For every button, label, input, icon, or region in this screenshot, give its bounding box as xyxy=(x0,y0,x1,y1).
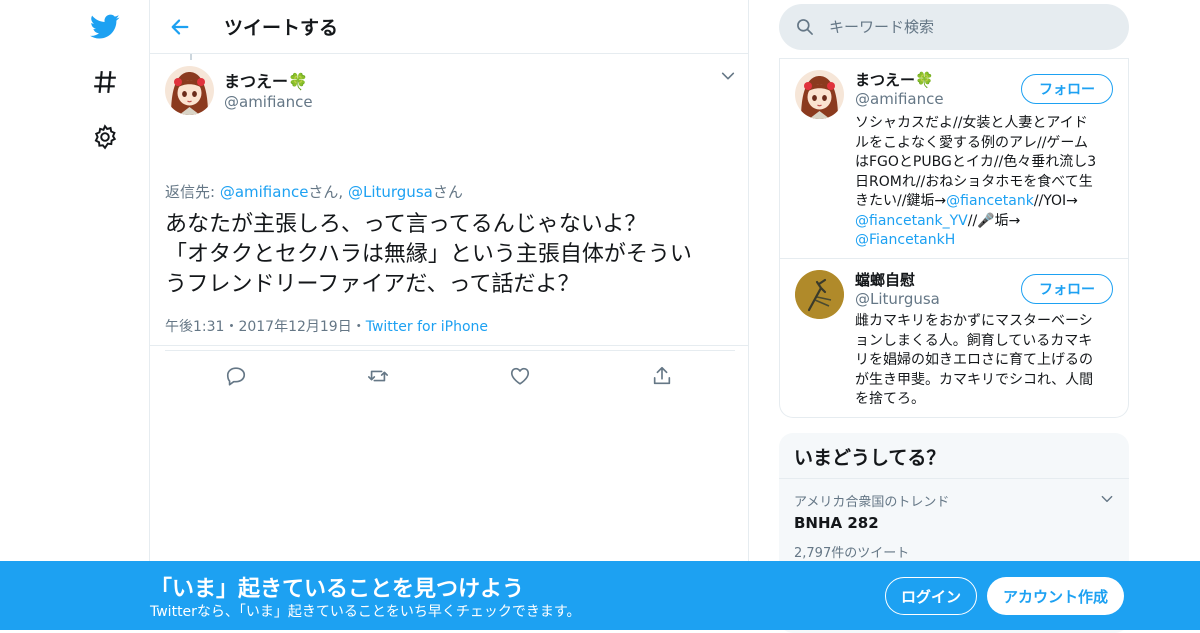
user-bio: ソシャカスだよ//女装と人妻とアイド ルをこよなく愛する例のアレ//ゲーム はF… xyxy=(855,114,1115,251)
banner-title: 「いま」起きていることを見つけよう xyxy=(150,577,525,602)
user-handle[interactable]: @amifiance xyxy=(855,90,944,108)
header: ツイートする xyxy=(150,0,748,54)
left-nav xyxy=(0,0,150,630)
tweet-actions xyxy=(165,350,735,400)
bio-line: @fiancetank_YV//🎤垢→ xyxy=(855,212,1115,232)
tweet-source[interactable]: Twitter for iPhone xyxy=(366,319,488,335)
bio-link[interactable]: @FiancetankH xyxy=(855,232,955,248)
reply-user-link[interactable]: @Liturgusa xyxy=(348,183,433,201)
trends-title: いまどうしてる？ xyxy=(779,433,1129,479)
twitter-bird-icon[interactable] xyxy=(88,10,122,44)
tweet-time[interactable]: 午後1:31 xyxy=(165,319,224,335)
tweet-text-line: 「オタクとセクハラは無縁」という主張自体がそうい xyxy=(165,242,692,267)
trend-location: アメリカ合衆国のトレンド xyxy=(794,495,950,510)
reply-user-link[interactable]: @amifiance xyxy=(220,183,309,201)
chevron-down-icon[interactable] xyxy=(720,68,736,88)
like-heart-icon[interactable] xyxy=(507,363,533,389)
search-input[interactable] xyxy=(829,18,1109,36)
author-name[interactable]: まつえー🍀 xyxy=(224,68,313,92)
bio-line: リを娼婦の如きエロさに育て上げるの xyxy=(855,352,1093,368)
banner-subtitle: Twitterなら、「いま」起きていることをいち早くチェックできます。 xyxy=(150,604,581,620)
bio-line: はFGOとPUBGとイカ//色々垂れ流し3 xyxy=(855,154,1097,170)
tweet-date[interactable]: 2017年12月19日 xyxy=(238,319,351,335)
bio-text: //🎤垢→ xyxy=(967,212,1021,229)
bio-line: きたい//鍵垢→@fiancetank//YOI→ xyxy=(855,192,1115,212)
trend-item[interactable]: アメリカ合衆国のトレンド BNHA 282 2,797件のツイート xyxy=(779,479,1129,573)
author-handle[interactable]: @amifiance xyxy=(224,93,313,111)
user-bio: 雌カマキリをおかずにマスターベーシ ョンしまくる人。飼育しているカマキ リを娼婦… xyxy=(855,312,1115,410)
tweet-text: あなたが主張しろ、って言ってるんじゃないよ？ 「オタクとセクハラは無縁」という主… xyxy=(165,210,737,300)
reply-to: 返信先: @amifianceさん, @Liturgusaさん xyxy=(165,181,463,202)
chevron-down-icon[interactable] xyxy=(1100,491,1114,510)
share-icon[interactable] xyxy=(649,363,675,389)
tweet-meta: 午後1:31・2017年12月19日・Twitter for iPhone xyxy=(165,316,488,336)
bio-line: ソシャカスだよ//女装と人妻とアイド xyxy=(855,115,1088,131)
user-name[interactable]: 蟷螂自慰 xyxy=(855,269,915,290)
bio-line: 日ROMれ//おねショタホモを食べて生 xyxy=(855,173,1093,190)
gear-icon[interactable] xyxy=(88,120,122,154)
bio-line: @FiancetankH xyxy=(855,231,1115,251)
user-card: まつえー🍀 @amifiance フォロー ソシャカスだよ//女装と人妻とアイド… xyxy=(780,58,1128,258)
tweet-text-line: あなたが主張しろ、って言ってるんじゃないよ？ xyxy=(165,212,647,237)
avatar[interactable] xyxy=(795,70,844,119)
bio-line: ョンしまくる人。飼育しているカマキ xyxy=(855,332,1093,349)
main-column: ツイートする まつえー🍀 @amifiance 返信先: @amifianceさ… xyxy=(149,0,749,630)
avatar[interactable] xyxy=(165,66,214,115)
reply-suffix: さん xyxy=(432,183,463,201)
tweet-author: まつえー🍀 @amifiance xyxy=(224,68,313,111)
bio-text: //YOI→ xyxy=(1033,193,1078,209)
bio-line: 雌カマキリをおかずにマスターベーシ xyxy=(855,313,1093,329)
follow-button[interactable]: フォロー xyxy=(1021,274,1113,304)
signup-banner: 「いま」起きていることを見つけよう Twitterなら、「いま」起きていることを… xyxy=(0,561,1200,630)
signup-button[interactable]: アカウント作成 xyxy=(987,577,1124,615)
reply-prefix: 返信先: xyxy=(165,183,220,201)
search-icon xyxy=(797,19,813,35)
bio-link[interactable]: @fiancetank_YV xyxy=(855,213,968,229)
user-cards: まつえー🍀 @amifiance フォロー ソシャカスだよ//女装と人妻とアイド… xyxy=(779,58,1129,418)
user-card: 蟷螂自慰 @Liturgusa フォロー 雌カマキリをおかずにマスターベーシ ョ… xyxy=(780,258,1128,418)
trend-count: 2,797件のツイート xyxy=(794,546,910,561)
bio-line: ルをこよなく愛する例のアレ//ゲーム xyxy=(855,134,1089,151)
tweet: まつえー🍀 @amifiance 返信先: @amifianceさん, @Lit… xyxy=(150,54,748,386)
avatar[interactable] xyxy=(795,270,844,319)
bio-line: を捨てろ。 xyxy=(855,391,925,407)
user-handle[interactable]: @Liturgusa xyxy=(855,290,940,308)
search-bar xyxy=(779,4,1129,50)
login-button[interactable]: ログイン xyxy=(885,577,977,615)
trend-name: BNHA 282 xyxy=(794,514,879,532)
reply-separator: さん, xyxy=(308,183,348,201)
meta-separator: ・ xyxy=(224,319,239,335)
bio-link[interactable]: @fiancetank xyxy=(946,193,1034,209)
retweet-icon[interactable] xyxy=(365,363,391,389)
follow-button[interactable]: フォロー xyxy=(1021,74,1113,104)
back-arrow-icon[interactable] xyxy=(150,0,210,54)
tweet-text-line: うフレンドリーファイアだ、って話だよ？ xyxy=(165,272,580,297)
hashtag-icon[interactable] xyxy=(88,65,122,99)
page-title: ツイートする xyxy=(224,17,339,39)
thread-line xyxy=(190,54,192,60)
bio-line: が生き甲斐。カマキリでシコれ、人間 xyxy=(855,371,1094,388)
meta-separator: ・ xyxy=(351,319,366,335)
reply-icon[interactable] xyxy=(223,363,249,389)
bio-text: きたい//鍵垢→ xyxy=(855,193,947,209)
user-name[interactable]: まつえー🍀 xyxy=(855,69,934,90)
